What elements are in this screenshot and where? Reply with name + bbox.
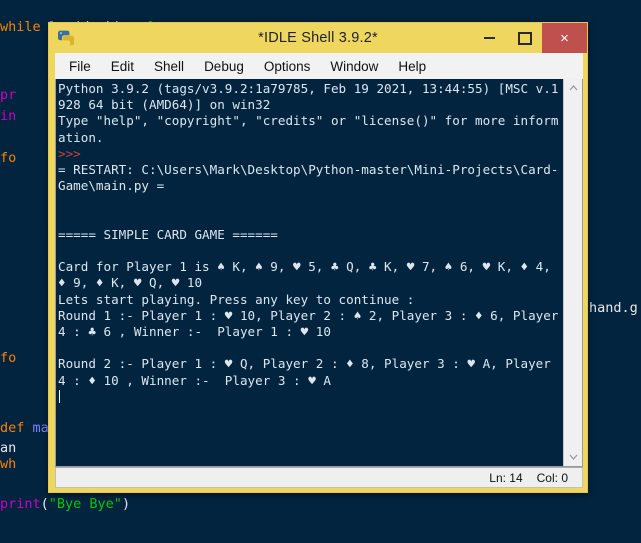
scroll-up-arrow-icon[interactable] xyxy=(564,79,582,97)
code-line: hand.g xyxy=(589,298,638,319)
code-line: wh xyxy=(0,454,16,475)
status-column-indicator: Col: 0 xyxy=(536,470,568,485)
window-controls[interactable]: × xyxy=(472,23,587,53)
shell-banner: Python 3.9.2 (tags/v3.9.2:1a79785, Feb 1… xyxy=(58,81,559,145)
shell-text[interactable]: Python 3.9.2 (tags/v3.9.2:1a79785, Feb 1… xyxy=(56,79,564,466)
close-icon: × xyxy=(560,29,569,47)
status-bar: Ln: 14 Col: 0 xyxy=(55,467,583,488)
menu-item-help[interactable]: Help xyxy=(389,57,435,76)
code-token: print xyxy=(0,496,41,512)
code-line: pr xyxy=(0,85,16,106)
shell-prompt: >>> xyxy=(58,145,81,161)
menu-item-window[interactable]: Window xyxy=(321,57,387,76)
code-line: print("Bye Bye") xyxy=(0,494,130,515)
idle-shell-window[interactable]: *IDLE Shell 3.9.2* × File Edit Shell Debug O… xyxy=(48,22,588,493)
code-token: in xyxy=(0,108,17,124)
minimize-icon xyxy=(484,37,495,39)
code-token: def xyxy=(0,420,33,436)
scroll-down-arrow-icon[interactable] xyxy=(564,448,582,466)
status-line-indicator: Ln: 14 xyxy=(489,470,523,485)
shell-restart-line: = RESTART: C:\Users\Mark\Desktop\Python-… xyxy=(58,162,559,194)
code-line: fo xyxy=(0,348,16,369)
code-line: in xyxy=(0,106,16,127)
menu-item-options[interactable]: Options xyxy=(255,57,320,76)
code-token: pr xyxy=(0,87,17,103)
code-token: while xyxy=(0,19,49,35)
code-token: fo xyxy=(0,350,17,366)
code-token: ) xyxy=(121,496,131,512)
menu-item-shell[interactable]: Shell xyxy=(145,57,193,76)
menu-item-file[interactable]: File xyxy=(60,57,100,76)
text-cursor xyxy=(59,389,60,403)
menu-bar[interactable]: File Edit Shell Debug Options Window Help xyxy=(55,53,583,80)
shell-output-area[interactable]: Python 3.9.2 (tags/v3.9.2:1a79785, Feb 1… xyxy=(55,79,583,467)
code-token: "Bye Bye" xyxy=(48,496,122,512)
title-bar[interactable]: *IDLE Shell 3.9.2* × xyxy=(49,23,587,53)
menu-item-debug[interactable]: Debug xyxy=(195,57,253,76)
code-line: fo xyxy=(0,148,16,169)
code-token: wh xyxy=(0,456,17,472)
close-button[interactable]: × xyxy=(542,23,587,53)
maximize-icon xyxy=(517,31,532,45)
code-token: hand.g xyxy=(589,300,638,316)
code-token: fo xyxy=(0,150,17,166)
shell-game-output: ===== SIMPLE CARD GAME ====== Card for P… xyxy=(58,226,559,388)
maximize-button[interactable] xyxy=(507,23,542,53)
shell-scrollbar[interactable] xyxy=(563,79,582,466)
menu-item-edit[interactable]: Edit xyxy=(102,57,143,76)
code-token: ma xyxy=(32,420,49,436)
code-token: ( xyxy=(40,496,49,512)
code-line: def ma xyxy=(0,418,49,439)
minimize-button[interactable] xyxy=(472,23,507,53)
